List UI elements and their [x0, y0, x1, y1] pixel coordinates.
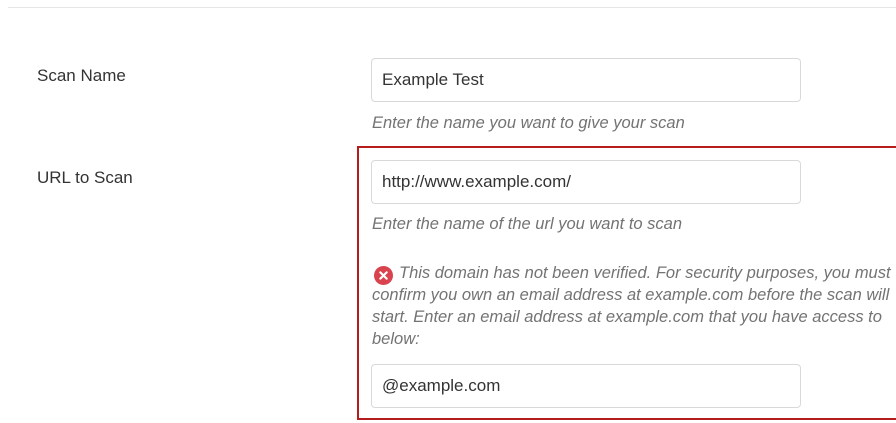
scan-name-label: Scan Name	[37, 66, 126, 85]
domain-error-message: This domain has not been verified. For s…	[372, 264, 891, 348]
url-to-scan-label: URL to Scan	[37, 168, 133, 187]
scan-name-input[interactable]	[371, 58, 801, 102]
scan-form: Scan Name Enter the name you want to giv…	[0, 0, 896, 423]
scan-name-help: Enter the name you want to give your sca…	[372, 114, 685, 132]
verification-email-input[interactable]	[371, 364, 801, 408]
divider	[8, 7, 896, 8]
error-x-circle-icon	[374, 266, 393, 285]
url-help: Enter the name of the url you want to sc…	[372, 215, 683, 233]
url-input[interactable]	[371, 160, 801, 204]
